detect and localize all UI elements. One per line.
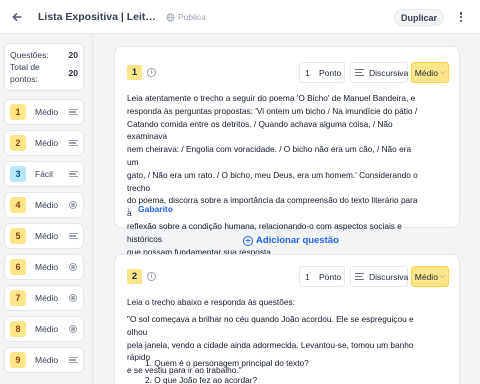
questions-count-value: 20 (68, 50, 78, 60)
sub-question: 1. Quem é o personagem principal do text… (145, 358, 309, 368)
chevron-right-icon: › (127, 204, 130, 214)
answer-key-toggle[interactable]: › Gabarito (127, 204, 173, 214)
add-question-label: Adicionar questão (256, 235, 339, 246)
difficulty-select[interactable]: Médio ⌵ (411, 266, 449, 287)
statement-line: Leia atentamente o trecho a seguir do po… (127, 93, 416, 103)
total-points-label-2: pontos: (10, 74, 38, 84)
points-field[interactable]: 1 Ponto (299, 266, 345, 287)
question-number-badge: 5 (10, 228, 26, 244)
question-difficulty: Médio (35, 293, 59, 303)
difficulty-select[interactable]: Médio ⌵ (411, 62, 449, 83)
question-intro: Leia o trecho abaixo e responda às quest… (127, 297, 295, 307)
question-difficulty: Médio (35, 262, 59, 272)
question-difficulty: Médio (35, 138, 59, 148)
statement-line: Catando comida entre os detritos. / Quan… (127, 118, 393, 142)
discursive-lines-icon (68, 170, 78, 178)
discursive-lines-icon (68, 356, 78, 364)
sub-question: 2. O que João fez ao acordar? (145, 375, 258, 384)
question-number-badge: 7 (10, 290, 26, 306)
total-points-value: 20 (68, 68, 78, 78)
statement-line: nem cheirava: / Engolia com voracidade. … (127, 144, 412, 167)
discursive-lines-icon (68, 232, 78, 240)
total-points-label: Total de (10, 62, 40, 72)
question-difficulty: Médio (35, 355, 59, 365)
points-value: 1 (305, 67, 310, 78)
statement-line: responda às perguntas propostas: 'Vi ont… (127, 105, 418, 116)
visibility-status: Pública (166, 12, 206, 22)
answer-key-label: Gabarito (138, 204, 173, 214)
sidebar-question-item[interactable]: 2 Médio (4, 130, 84, 156)
points-unit: Ponto (319, 271, 342, 282)
question-number-badge: 1 (127, 65, 142, 80)
question-type-label: Discursiva (369, 67, 409, 78)
question-difficulty: Médio (35, 324, 59, 334)
question-card: 2 i 1 Ponto Discursiva Médio ⌵ Leia o tr… (114, 254, 460, 384)
difficulty-label: Médio (414, 67, 438, 78)
top-bar: Lista Expositiva | Leitura e ... Pública… (0, 0, 480, 34)
question-number-badge: 1 (10, 104, 26, 120)
discursive-lines-icon (355, 69, 364, 76)
sidebar-question-item[interactable]: 1 Médio (4, 99, 84, 125)
question-number-badge: 2 (127, 269, 142, 284)
sidebar-question-item[interactable]: 4 Médio (4, 192, 84, 218)
sidebar-question-item[interactable]: 6 Médio (4, 254, 84, 280)
back-arrow-icon[interactable] (10, 10, 24, 24)
info-icon[interactable]: i (147, 68, 156, 77)
question-difficulty: Fácil (35, 169, 53, 179)
question-type-label: Discursiva (369, 271, 409, 282)
question-difficulty: Médio (35, 200, 59, 210)
plus-circle-icon: + (243, 235, 253, 246)
points-field[interactable]: 1 Ponto (299, 62, 345, 83)
question-statement: Leia atentamente o trecho a seguir do po… (127, 92, 421, 258)
statement-line: gato, / Não era um rato. / O bicho, meu … (127, 169, 418, 193)
sidebar-question-item[interactable]: 9 Médio (4, 347, 84, 373)
question-number-badge: 2 (10, 135, 26, 151)
visibility-label: Pública (178, 12, 206, 22)
question-number-badge: 8 (10, 321, 26, 337)
info-icon[interactable]: i (147, 272, 156, 281)
stats-panel: Questões: 20 Total de pontos: 20 (4, 43, 84, 91)
question-number-badge: 3 (10, 166, 26, 182)
discursive-lines-icon (355, 273, 364, 280)
question-difficulty: Médio (35, 231, 59, 241)
sidebar-divider (92, 34, 93, 384)
discursive-lines-icon (68, 108, 78, 116)
question-type-select[interactable]: Discursiva (350, 62, 408, 83)
question-number-badge: 6 (10, 259, 26, 275)
sidebar-question-item[interactable]: 3 Fácil (4, 161, 84, 187)
radio-button-icon (68, 325, 78, 333)
more-options-icon[interactable] (456, 10, 466, 24)
chevron-down-icon: ⌵ (439, 272, 446, 280)
points-unit: Ponto (319, 67, 342, 78)
question-difficulty: Médio (35, 107, 59, 117)
excerpt-line: "O sol começava a brilhar no céu quando … (127, 314, 414, 337)
question-type-select[interactable]: Discursiva (350, 266, 408, 287)
sidebar-question-item[interactable]: 7 Médio (4, 285, 84, 311)
question-card: 1 i 1 Ponto Discursiva Médio ⌵ Leia aten… (114, 46, 460, 257)
sub-question-list: 1. Quem é o personagem principal do text… (145, 355, 415, 384)
globe-icon (166, 12, 175, 22)
sidebar-question-item[interactable]: 8 Médio (4, 316, 84, 342)
question-number-badge: 4 (10, 197, 26, 213)
points-value: 1 (305, 271, 310, 282)
difficulty-label: Médio (414, 271, 438, 282)
chevron-down-icon: ⌵ (439, 68, 446, 76)
duplicate-button[interactable]: Duplicar (394, 9, 444, 26)
questions-count-label: Questões: (10, 50, 49, 60)
radio-button-icon (68, 294, 78, 302)
page-title: Lista Expositiva | Leitura e ... (38, 11, 160, 23)
radio-button-icon (68, 263, 78, 271)
add-question-button[interactable]: + Adicionar questão (243, 235, 339, 246)
radio-button-icon (68, 201, 78, 209)
question-number-badge: 9 (10, 352, 26, 368)
discursive-lines-icon (68, 139, 78, 147)
sidebar-question-item[interactable]: 5 Médio (4, 223, 84, 249)
